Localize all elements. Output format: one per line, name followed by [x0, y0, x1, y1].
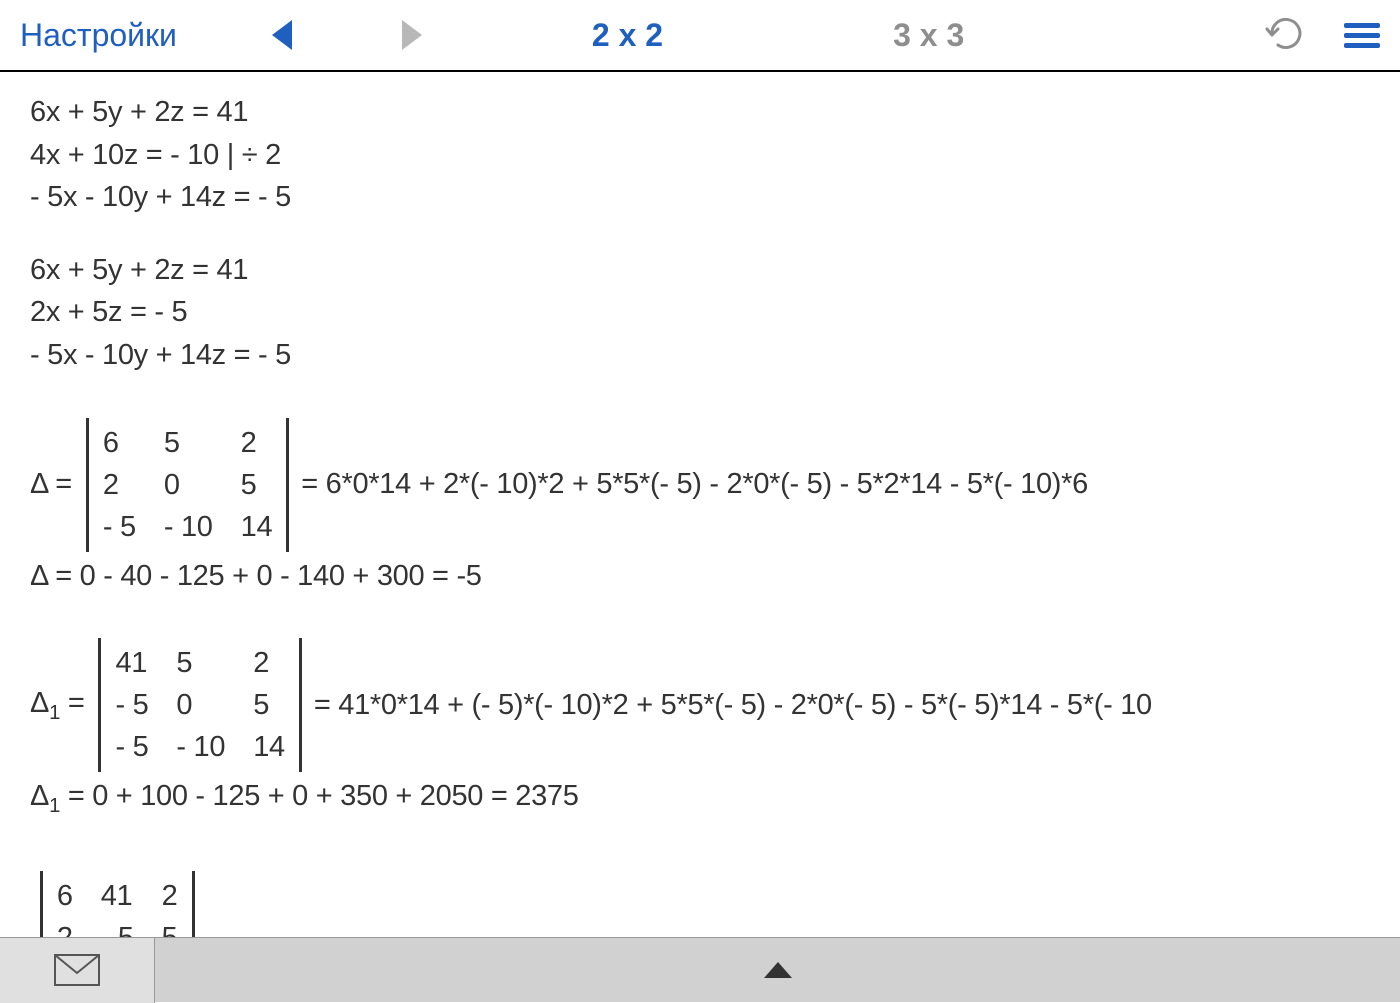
matrix-cell: - 10: [176, 726, 225, 768]
equation-line: - 5x - 10y + 14z = - 5: [30, 177, 1370, 218]
matrix-cell: 14: [241, 506, 273, 548]
equation-line: 2x + 5z = - 5: [30, 292, 1370, 333]
matrix-cell: - 5: [115, 684, 148, 726]
tabs: 2 x 2 3 x 3: [592, 17, 964, 54]
tab-2x2[interactable]: 2 x 2: [592, 17, 663, 54]
matrix-cell: 2: [103, 464, 136, 506]
det-label: Δ =: [30, 464, 72, 505]
det-expansion: = 6*0*14 + 2*(- 10)*2 + 5*5*(- 5) - 2*0*…: [301, 464, 1088, 505]
toolbar: Настройки 2 x 2 3 x 3: [0, 0, 1400, 72]
matrix-cell: 41: [101, 875, 134, 917]
undo-icon[interactable]: [1264, 15, 1304, 56]
matrix-cell: 6: [103, 422, 136, 464]
chevron-up-icon: [764, 962, 792, 978]
determinant-main: Δ = 6 2 - 5 5 0 - 10 2 5 14: [30, 418, 1370, 552]
matrix: 41 - 5 - 5 5 0 - 10 2 5 14: [98, 638, 301, 772]
matrix-cell: - 5: [115, 726, 148, 768]
nav-next-icon[interactable]: [402, 20, 422, 50]
matrix-cell: 5: [164, 422, 213, 464]
matrix-cell: 5: [176, 642, 225, 684]
matrix-cell: - 5: [103, 506, 136, 548]
determinant-2-partial: Δ = 6 2 41 - 5 2 5: [30, 871, 1370, 937]
matrix-cell: 0: [176, 684, 225, 726]
matrix-cell: 14: [253, 726, 285, 768]
matrix-cell: 2: [57, 917, 73, 937]
matrix-cell: 5: [253, 684, 285, 726]
nav-prev-icon[interactable]: [272, 20, 292, 50]
matrix-cell: 2: [241, 422, 273, 464]
matrix: 6 2 41 - 5 2 5: [40, 871, 195, 937]
nav-arrows: [272, 20, 422, 50]
equation-line: - 5x - 10y + 14z = - 5: [30, 335, 1370, 376]
matrix-cell: 2: [162, 875, 178, 917]
mail-button[interactable]: [0, 938, 155, 1003]
matrix-cell: 41: [115, 642, 148, 684]
matrix: 6 2 - 5 5 0 - 10 2 5 14: [86, 418, 289, 552]
toolbar-right: [1264, 15, 1380, 56]
expand-button[interactable]: [155, 962, 1400, 978]
matrix-cell: 0: [164, 464, 213, 506]
bottom-bar: [0, 937, 1400, 1002]
solution-content[interactable]: 6x + 5y + 2z = 41 4x + 10z = - 10 | ÷ 2 …: [0, 72, 1400, 937]
matrix-cell: 5: [162, 917, 178, 937]
matrix-cell: - 10: [164, 506, 213, 548]
mail-icon: [53, 953, 101, 987]
matrix-cell: - 5: [101, 917, 134, 937]
determinant-1: Δ1 = 41 - 5 - 5 5 0 - 10 2 5 14: [30, 638, 1370, 772]
det-result: Δ1 = 0 + 100 - 125 + 0 + 350 + 2050 = 23…: [30, 776, 1370, 820]
tab-3x3[interactable]: 3 x 3: [893, 17, 964, 54]
matrix-cell: 2: [253, 642, 285, 684]
equation-line: 6x + 5y + 2z = 41: [30, 250, 1370, 291]
det-label: Δ1 =: [30, 683, 84, 727]
equation-line: 6x + 5y + 2z = 41: [30, 92, 1370, 133]
matrix-cell: 6: [57, 875, 73, 917]
det-expansion: = 41*0*14 + (- 5)*(- 10)*2 + 5*5*(- 5) -…: [314, 685, 1152, 726]
det-result: Δ = 0 - 40 - 125 + 0 - 140 + 300 = -5: [30, 556, 1370, 597]
equation-line: 4x + 10z = - 10 | ÷ 2: [30, 135, 1370, 176]
matrix-cell: 5: [241, 464, 273, 506]
menu-icon[interactable]: [1344, 23, 1380, 48]
settings-link[interactable]: Настройки: [20, 17, 177, 54]
